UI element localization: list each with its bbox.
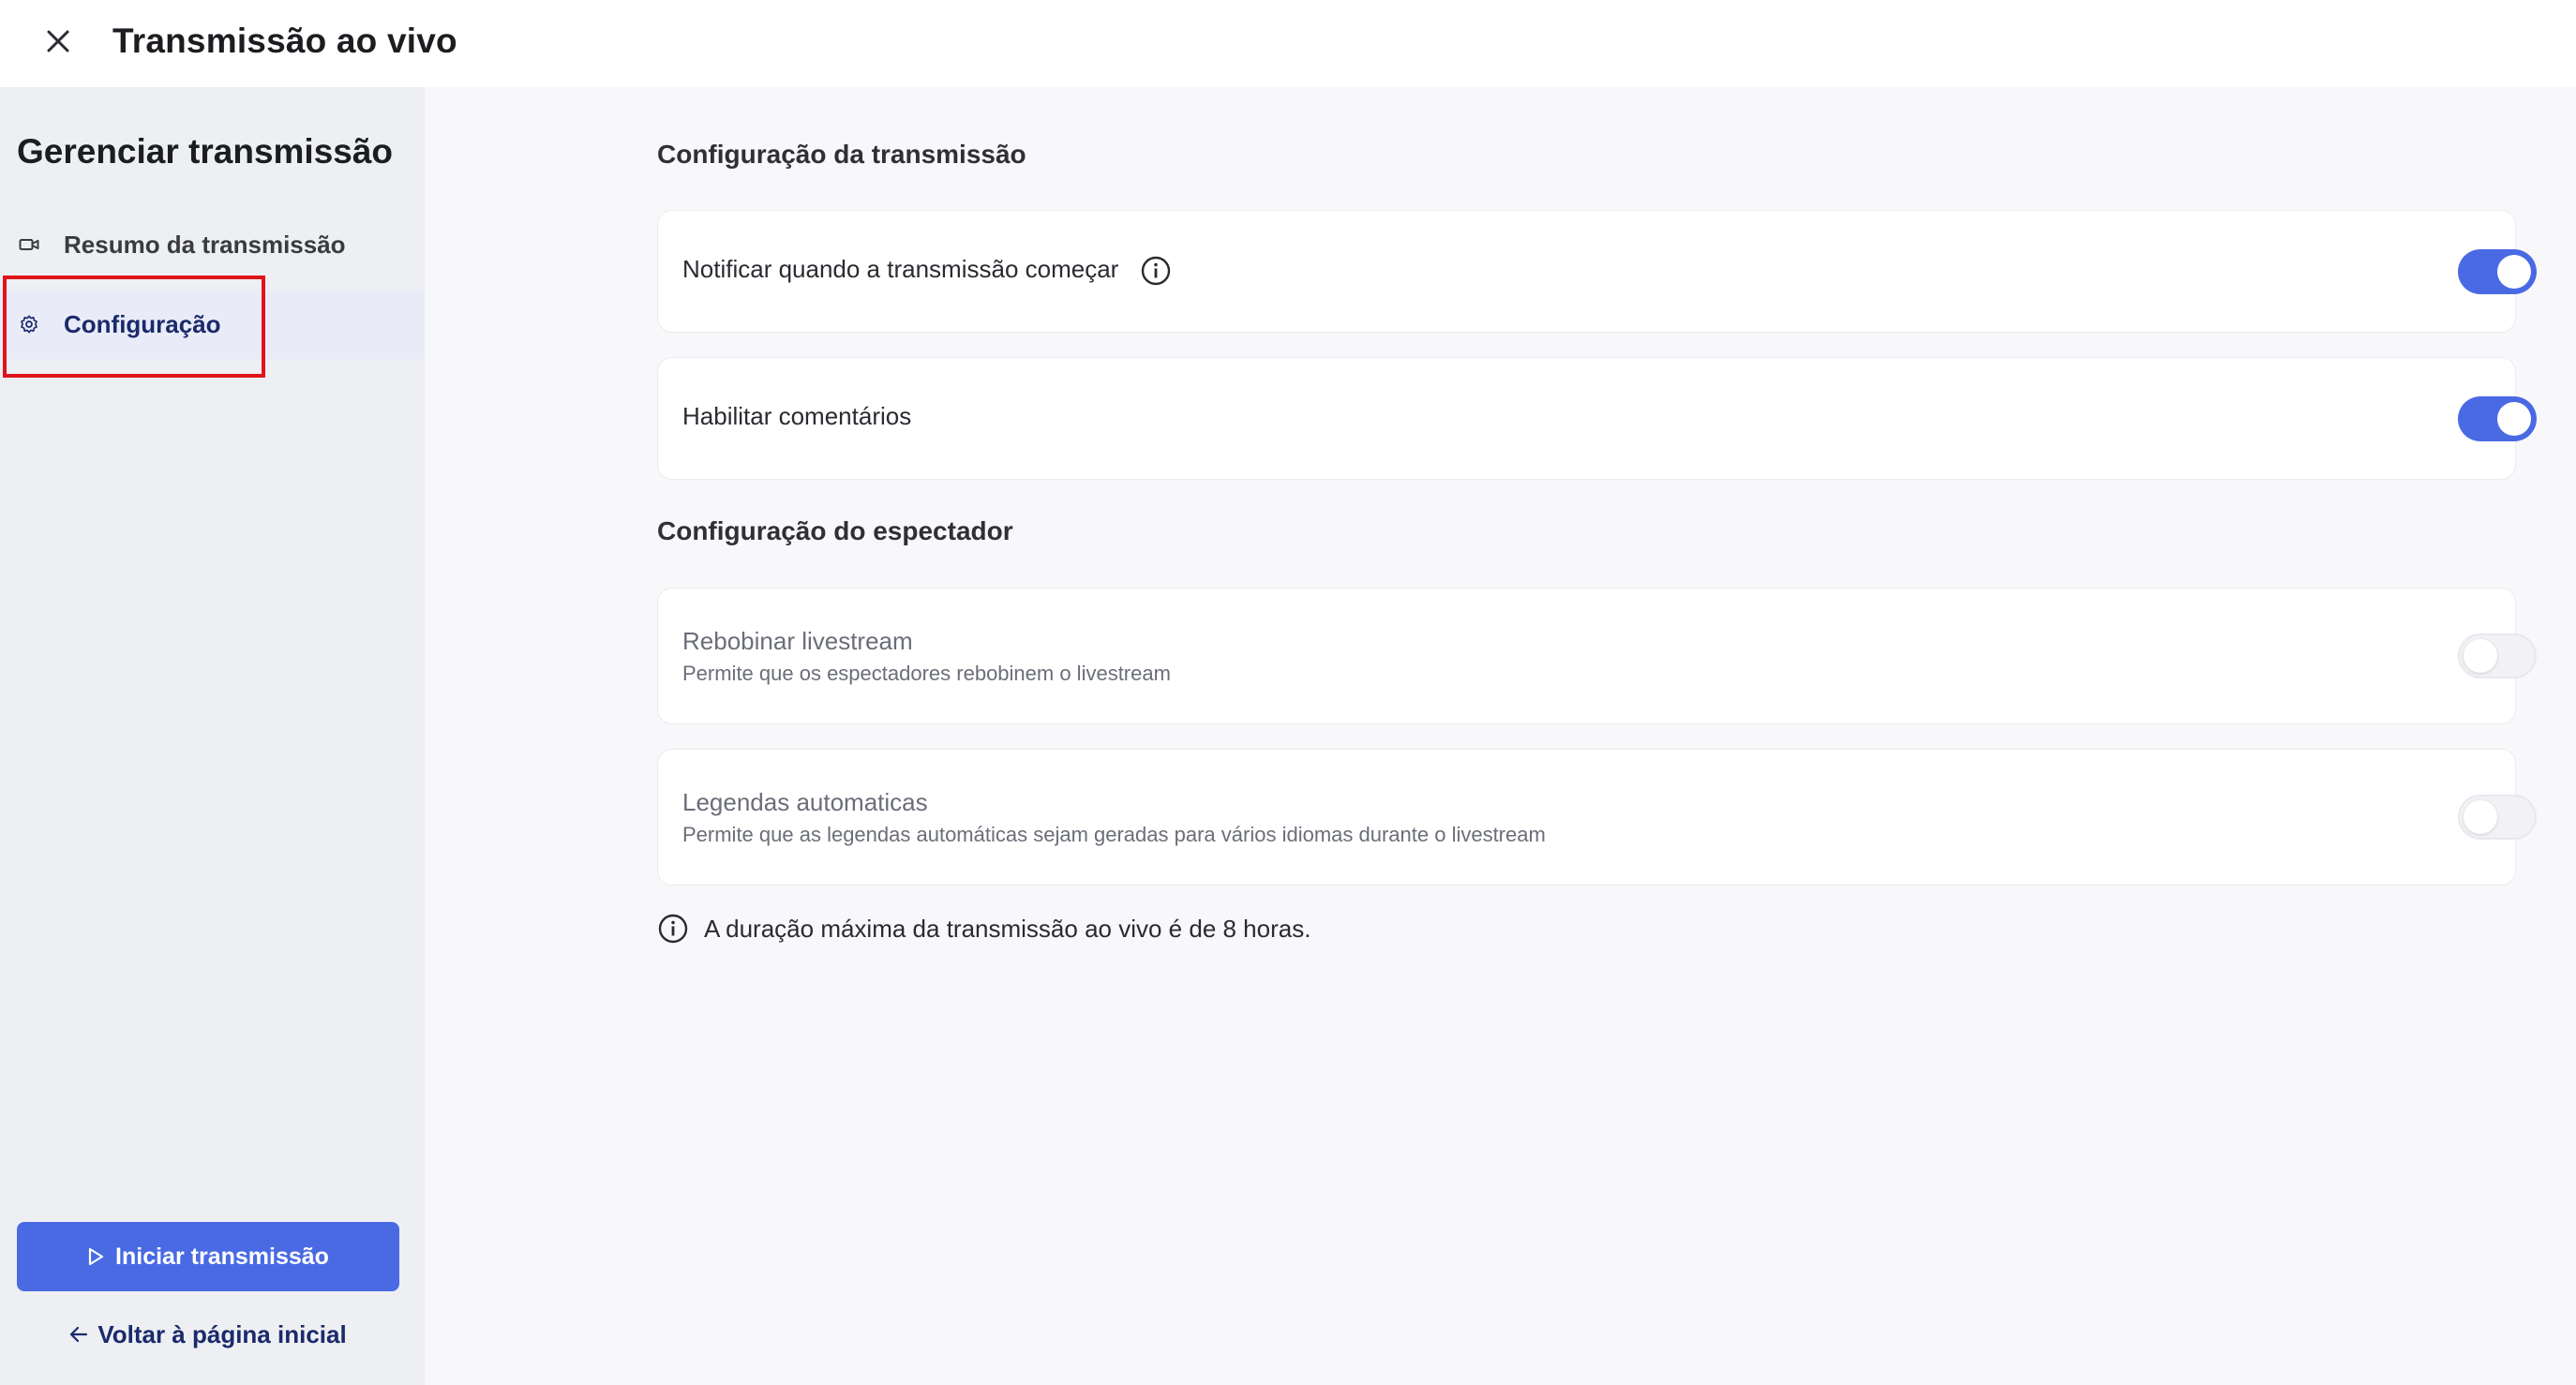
start-stream-button[interactable]: Iniciar transmissão [17, 1222, 399, 1291]
setting-label-captions: Legendas automaticas [682, 788, 928, 816]
close-icon [47, 30, 69, 52]
setting-label-rewind: Rebobinar livestream [682, 627, 913, 655]
page-title: Transmissão ao vivo [112, 22, 457, 60]
info-icon[interactable] [1140, 255, 1172, 287]
section-title-stream-config: Configuração da transmissão [657, 140, 1026, 169]
setting-description-rewind: Permite que os espectadores rebobinem o … [682, 662, 1171, 685]
main-content: Configuração da transmissão Notificar qu… [425, 87, 2576, 1385]
back-home-label: Voltar à página inicial [97, 1319, 347, 1348]
play-icon [88, 1247, 104, 1266]
comments-toggle[interactable] [2458, 396, 2537, 441]
setting-label-comments: Habilitar comentários [682, 402, 912, 430]
setting-label-notify: Notificar quando a transmissão começar [682, 255, 1119, 283]
info-icon [658, 914, 688, 944]
setting-card-captions: Legendas automaticas Permite que as lege… [657, 749, 2537, 886]
setting-card-rewind: Rebobinar livestream Permite que os espe… [657, 588, 2537, 724]
setting-card-notify: Notificar quando a transmissão começar [657, 210, 2537, 333]
sidebar-title: Gerenciar transmissão [17, 132, 394, 171]
rewind-toggle[interactable] [2458, 633, 2537, 678]
sidebar: Gerenciar transmissão Resumo da transmis… [0, 87, 425, 1385]
duration-note-text: A duração máxima da transmissão ao vivo … [704, 914, 1311, 943]
video-camera-icon [18, 233, 40, 256]
sidebar-item-label: Resumo da transmissão [64, 230, 346, 259]
sidebar-item-summary[interactable]: Resumo da transmissão [0, 210, 425, 279]
section-title-viewer-config: Configuração do espectador [657, 516, 1013, 545]
close-button[interactable] [37, 21, 79, 62]
notify-toggle[interactable] [2458, 249, 2537, 294]
back-home-link[interactable]: Voltar à página inicial [17, 1316, 399, 1353]
top-bar: Transmissão ao vivo [0, 0, 2576, 87]
start-stream-label: Iniciar transmissão [115, 1243, 329, 1270]
sidebar-item-configuration[interactable]: Configuração [0, 290, 425, 359]
setting-description-captions: Permite que as legendas automáticas seja… [682, 823, 1546, 846]
setting-card-comments: Habilitar comentários [657, 357, 2537, 480]
gear-icon [18, 313, 40, 335]
captions-toggle[interactable] [2458, 795, 2537, 840]
sidebar-item-label: Configuração [64, 309, 221, 338]
duration-note: A duração máxima da transmissão ao vivo … [657, 910, 1310, 947]
arrow-left-icon [70, 1326, 88, 1343]
